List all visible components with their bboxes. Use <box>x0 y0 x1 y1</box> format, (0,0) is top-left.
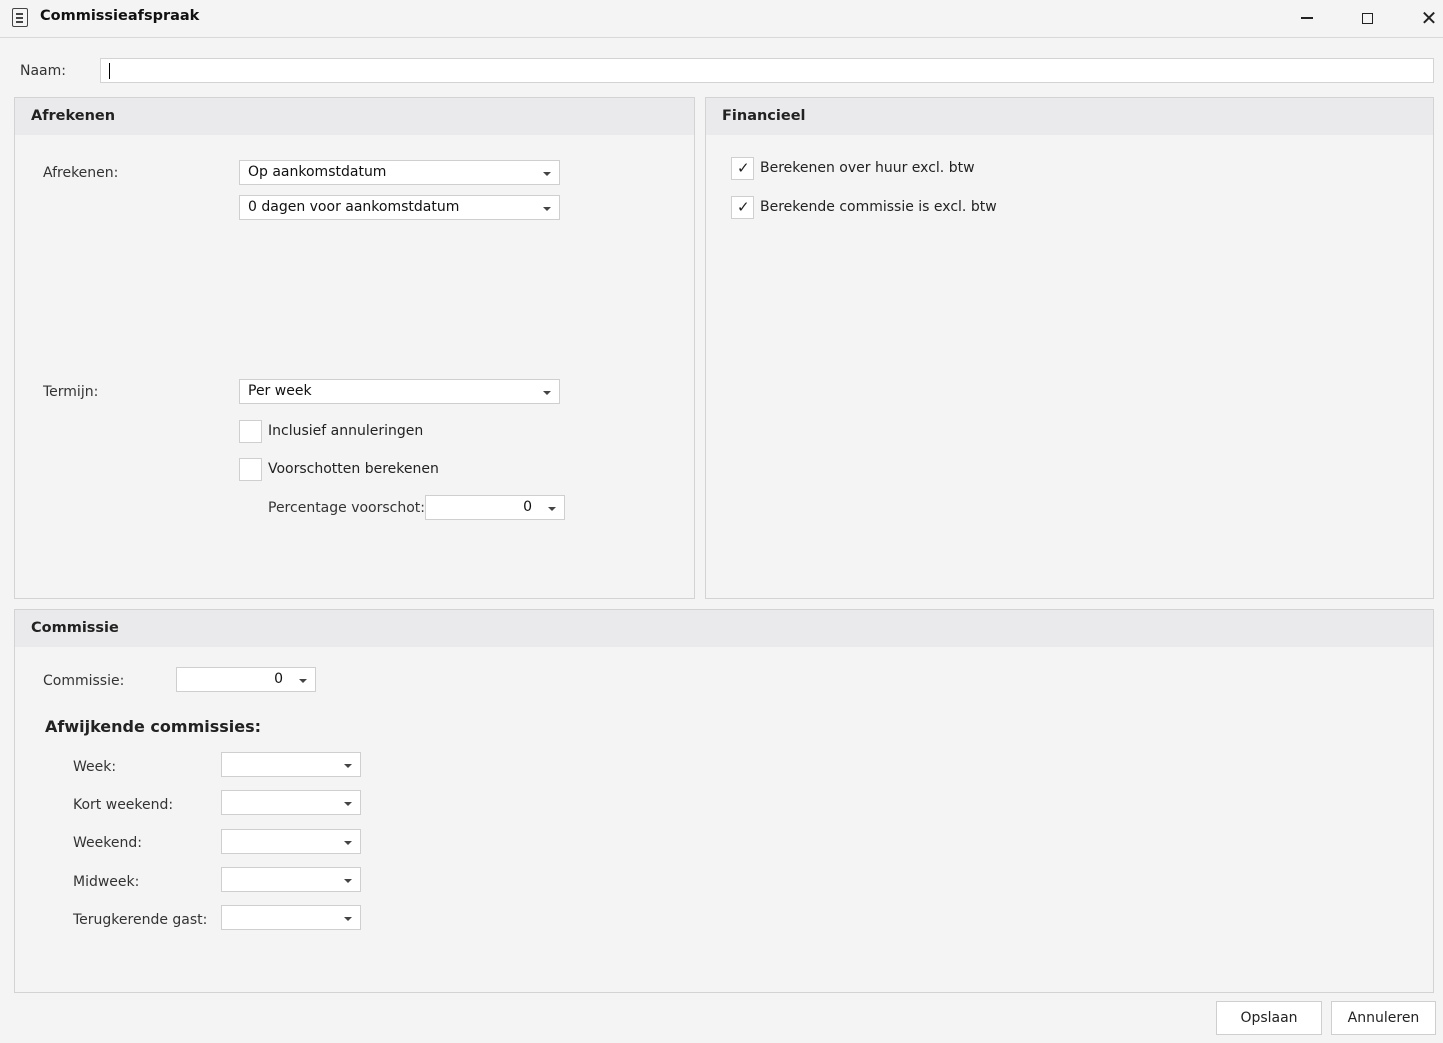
voorschotten-berekenen-label: Voorschotten berekenen <box>268 461 439 477</box>
chevron-down-icon <box>344 917 352 921</box>
window-title: Commissieafspraak <box>40 8 200 24</box>
dagen-select-value: 0 dagen voor aankomstdatum <box>248 199 460 215</box>
close-icon: ✕ <box>1420 6 1438 30</box>
commissie-excl-btw-label: Berekende commissie is excl. btw <box>760 199 997 215</box>
close-button[interactable]: ✕ <box>1406 0 1443 36</box>
termijn-select-value: Per week <box>248 383 312 399</box>
afrekenen-panel-header: Afrekenen <box>15 98 694 135</box>
weekend-label: Weekend: <box>73 835 142 851</box>
inclusief-annuleringen-checkbox[interactable] <box>239 420 262 443</box>
chevron-down-icon <box>548 507 556 511</box>
chevron-down-icon <box>344 841 352 845</box>
chevron-down-icon <box>344 802 352 806</box>
chevron-down-icon <box>344 879 352 883</box>
afwijkende-commissies-heading: Afwijkende commissies: <box>45 717 262 736</box>
check-icon: ✓ <box>737 198 750 216</box>
commissie-spin[interactable]: 0 <box>176 667 316 692</box>
kort-weekend-label: Kort weekend: <box>73 797 174 813</box>
week-select[interactable] <box>221 752 361 777</box>
chevron-down-icon <box>543 391 551 395</box>
maximize-icon <box>1361 12 1373 24</box>
afrekenen-select-value: Op aankomstdatum <box>248 164 387 180</box>
huur-excl-btw-checkbox[interactable]: ✓ <box>731 157 754 180</box>
chevron-down-icon <box>299 679 307 683</box>
chevron-down-icon <box>344 764 352 768</box>
commissie-panel-title: Commissie <box>31 620 119 636</box>
title-bar: Commissieafspraak ✕ <box>0 0 1443 38</box>
midweek-label: Midweek: <box>73 874 140 890</box>
financieel-panel-title: Financieel <box>722 108 806 124</box>
week-label: Week: <box>73 759 117 775</box>
huur-excl-btw-label: Berekenen over huur excl. btw <box>760 160 975 176</box>
kort-weekend-select[interactable] <box>221 790 361 815</box>
chevron-down-icon <box>543 172 551 176</box>
percentage-voorschot-label: Percentage voorschot: <box>268 500 426 516</box>
voorschotten-berekenen-checkbox[interactable] <box>239 458 262 481</box>
minimize-button[interactable] <box>1284 0 1330 36</box>
document-icon <box>12 8 28 27</box>
weekend-select[interactable] <box>221 829 361 854</box>
inclusief-annuleringen-label: Inclusief annuleringen <box>268 423 424 439</box>
financieel-panel-header: Financieel <box>706 98 1433 135</box>
terugkerende-gast-label: Terugkerende gast: <box>73 912 208 928</box>
percentage-voorschot-spin[interactable]: 0 <box>425 495 565 520</box>
terugkerende-gast-select[interactable] <box>221 905 361 930</box>
commissie-excl-btw-checkbox[interactable]: ✓ <box>731 196 754 219</box>
commissie-label: Commissie: <box>43 673 125 689</box>
opslaan-button[interactable]: Opslaan <box>1216 1001 1322 1035</box>
commissie-panel-header: Commissie <box>15 610 1433 647</box>
minimize-icon <box>1301 17 1313 19</box>
termijn-label: Termijn: <box>43 384 99 400</box>
check-icon: ✓ <box>737 159 750 177</box>
afrekenen-select[interactable]: Op aankomstdatum <box>239 160 560 185</box>
midweek-select[interactable] <box>221 867 361 892</box>
text-caret <box>109 63 110 79</box>
percentage-voorschot-value: 0 <box>523 499 532 515</box>
naam-input[interactable] <box>100 58 1434 83</box>
commissie-value: 0 <box>274 671 283 687</box>
afrekenen-panel-title: Afrekenen <box>31 108 116 124</box>
termijn-select[interactable]: Per week <box>239 379 560 404</box>
chevron-down-icon <box>543 207 551 211</box>
dagen-select[interactable]: 0 dagen voor aankomstdatum <box>239 195 560 220</box>
naam-label: Naam: <box>20 63 66 79</box>
maximize-button[interactable] <box>1344 0 1390 36</box>
afrekenen-label: Afrekenen: <box>43 165 119 181</box>
annuleren-button[interactable]: Annuleren <box>1331 1001 1436 1035</box>
